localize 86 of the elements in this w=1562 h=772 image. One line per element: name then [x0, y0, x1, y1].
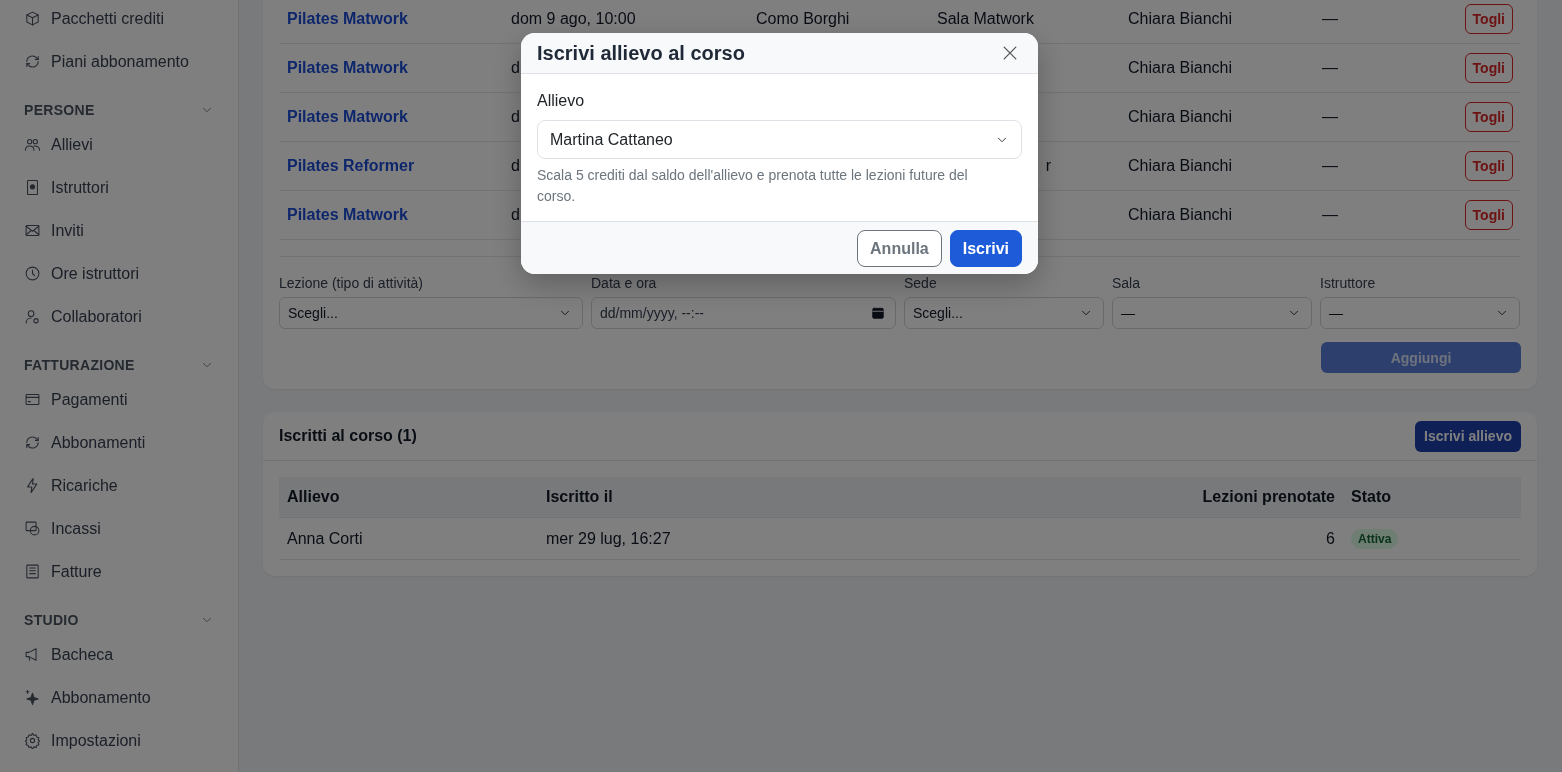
column-header: Lezioni prenotate — [1201, 488, 1336, 506]
sidebar-item[interactable]: Impostazioni — [51, 731, 141, 750]
help-text: Scala 5 crediti dal saldo dell'allievo e prenota tutte le lezioni future del corso. — [537, 166, 969, 206]
sidebar-item[interactable]: Pagamenti — [51, 390, 128, 409]
refresh-icon — [24, 53, 41, 70]
select-field[interactable]: — — [1112, 297, 1312, 329]
dialog-title: Iscrivi allievo al corso — [537, 41, 745, 65]
table-cell: — — [1322, 206, 1338, 224]
select-field[interactable]: — — [1320, 297, 1520, 329]
table-cell: r — [1045, 157, 1051, 174]
refresh-icon — [24, 434, 41, 451]
section-heading: FATTURAZIONE — [24, 356, 135, 373]
sidebar-item[interactable]: Incassi — [51, 519, 101, 538]
table-cell: Como Borghi — [756, 10, 850, 28]
remove-button[interactable]: Togli — [1464, 4, 1513, 34]
section-heading: STUDIO — [24, 611, 79, 628]
field-label: Istruttore — [1320, 275, 1377, 291]
sidebar-item[interactable]: Fatture — [51, 562, 102, 581]
table-cell: Sala Matwork — [937, 10, 1034, 28]
card-icon — [24, 391, 41, 408]
table-cell: — — [1322, 108, 1338, 126]
badge-icon — [24, 179, 41, 196]
sidebar-item[interactable]: Piani abbonamento — [51, 52, 189, 71]
table-cell: Chiara Bianchi — [1128, 206, 1233, 224]
table-cell-text: Anna Corti — [286, 529, 364, 548]
table-cell: — — [1322, 59, 1338, 77]
table-cell: d — [511, 157, 520, 175]
user-gear-icon — [24, 308, 41, 325]
table-cell: Chiara Bianchi — [1128, 59, 1233, 77]
lesson-link[interactable]: Pilates Matwork — [287, 10, 408, 28]
sidebar-item[interactable]: Collaboratori — [51, 307, 142, 326]
field-label: Lezione (tipo di attività) — [279, 275, 424, 291]
table-cell: Chiara Bianchi — [1128, 157, 1233, 175]
table-cell-text: 6 — [1325, 529, 1336, 548]
settings-icon — [24, 732, 41, 749]
envelope-icon — [24, 222, 41, 239]
table-cell: Chiara Bianchi — [1128, 10, 1233, 28]
field-label: Sede — [904, 275, 938, 291]
sidebar-item[interactable]: Ricariche — [51, 476, 118, 495]
users-icon — [24, 136, 41, 153]
table-cell: d — [511, 206, 520, 224]
enroll-button[interactable]: Iscrivi — [949, 230, 1022, 267]
table-cell: d — [511, 59, 520, 77]
status-badge: Attiva — [1351, 528, 1399, 549]
calendar-icon — [871, 306, 885, 320]
remove-button[interactable]: Togli — [1464, 200, 1513, 230]
column-header: Allievo — [286, 488, 341, 506]
table-cell-text: mer 29 lug, 16:27 — [545, 529, 672, 548]
sidebar-item[interactable]: Abbonamenti — [51, 433, 146, 452]
table-cell: Chiara Bianchi — [1128, 108, 1233, 126]
table-cell: — — [1322, 10, 1338, 28]
clock-icon — [24, 265, 41, 282]
box-icon — [24, 10, 41, 27]
sidebar-item[interactable]: Inviti — [51, 221, 84, 240]
remove-button[interactable]: Togli — [1464, 102, 1513, 132]
lesson-link[interactable]: Pilates Matwork — [287, 206, 408, 224]
sidebar-item[interactable]: Ore istruttori — [51, 264, 139, 283]
sidebar-item[interactable]: Allievi — [51, 135, 93, 154]
table-cell: — — [1322, 157, 1338, 175]
field-label: Sala — [1112, 275, 1142, 291]
field-label: Data e ora — [591, 275, 658, 291]
sidebar-item[interactable]: Istruttori — [51, 178, 109, 197]
remove-button[interactable]: Togli — [1464, 151, 1513, 181]
section-heading: PERSONE — [24, 101, 95, 118]
field-label: Allievo — [537, 92, 586, 110]
select-field[interactable]: Scegli... — [279, 297, 583, 329]
cash-icon — [24, 520, 41, 537]
document-icon — [24, 563, 41, 580]
remove-button[interactable]: Togli — [1464, 53, 1513, 83]
column-header: Stato — [1350, 488, 1392, 506]
table-cell: dom 9 ago, 10:00 — [511, 10, 636, 28]
table-cell: d — [511, 108, 520, 126]
sparkle-icon — [24, 689, 41, 706]
cancel-button[interactable]: Annulla — [857, 230, 942, 267]
sidebar-item[interactable]: Pacchetti crediti — [51, 9, 164, 28]
sidebar-item[interactable]: Bacheca — [51, 645, 114, 664]
enroll-button[interactable]: Iscrivi allievo — [1415, 420, 1521, 452]
lesson-link[interactable]: Pilates Matwork — [287, 108, 408, 126]
select-field[interactable]: Scegli... — [904, 297, 1104, 329]
column-header: Iscritto il — [545, 488, 614, 506]
card-title: Iscritti al corso (1) — [279, 427, 417, 445]
date-time-field[interactable]: dd/mm/yyyy, --:-- — [591, 297, 896, 329]
lesson-link[interactable]: Pilates Matwork — [287, 59, 408, 77]
sidebar-item[interactable]: Abbonamento — [51, 688, 151, 707]
student-select[interactable]: Martina Cattaneo — [537, 120, 1022, 159]
lesson-link[interactable]: Pilates Reformer — [287, 157, 415, 175]
